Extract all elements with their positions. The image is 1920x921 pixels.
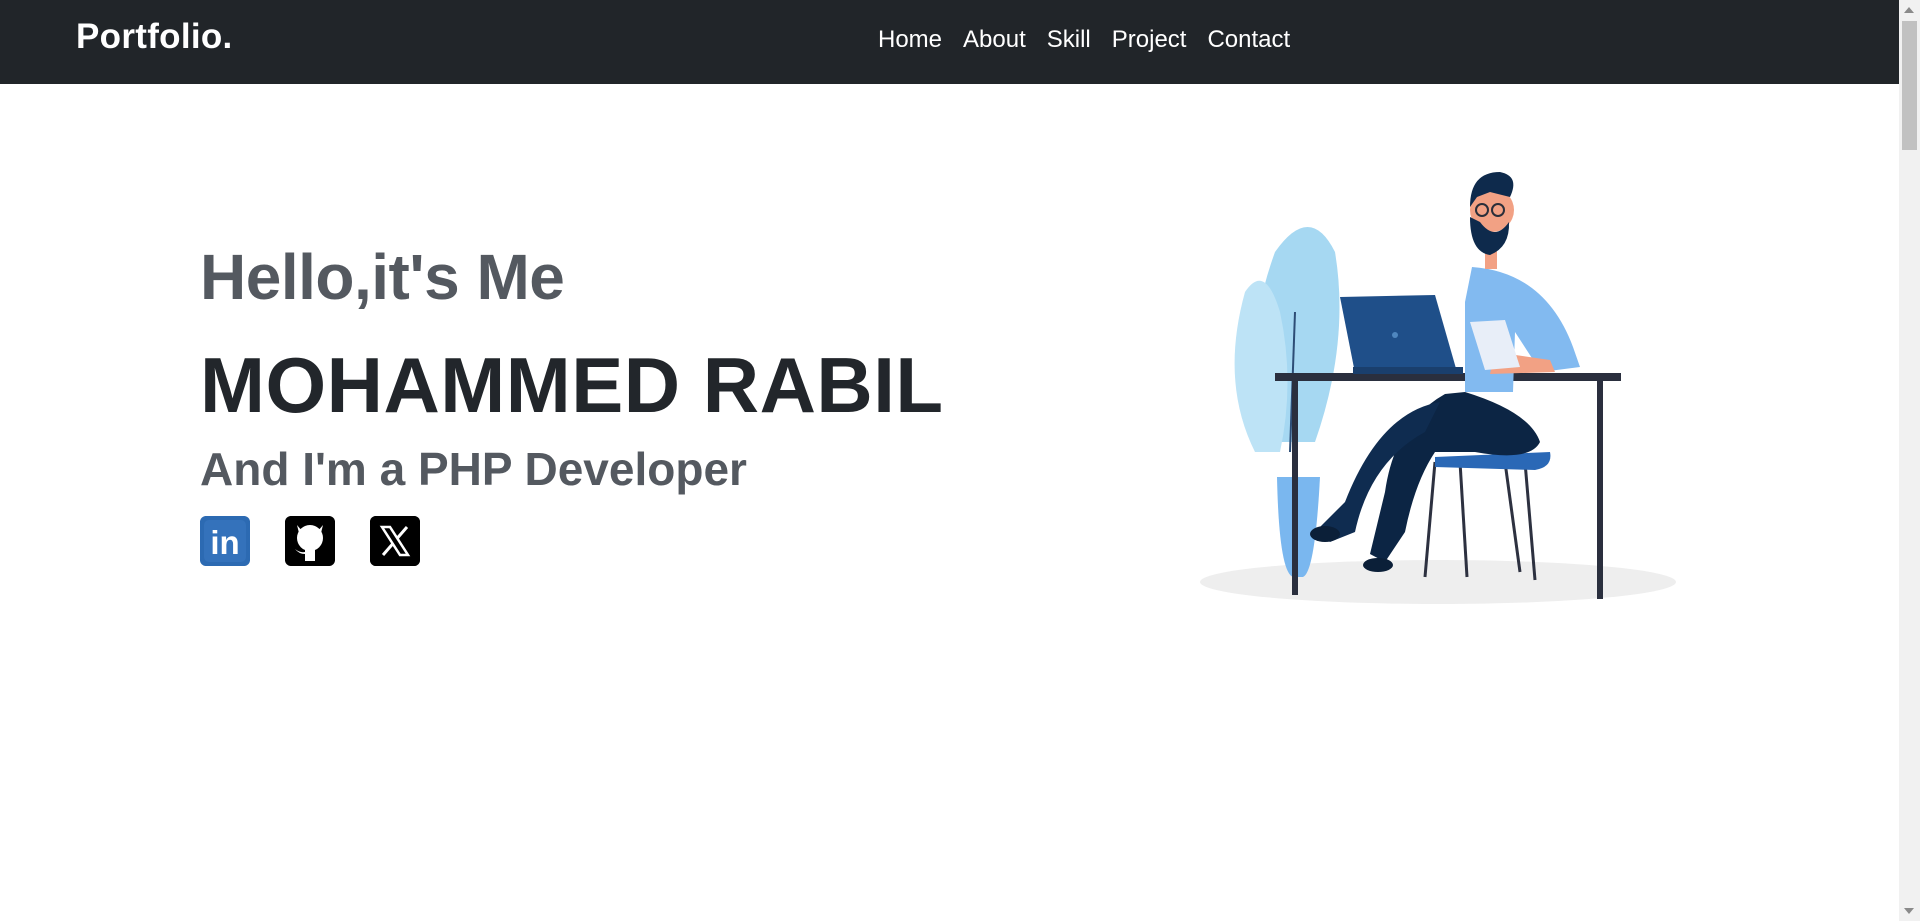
nav-link-home[interactable]: Home — [878, 26, 942, 54]
scrollbar-thumb[interactable] — [1902, 21, 1917, 150]
brand-logo[interactable]: Portfolio. — [76, 17, 233, 57]
navbar: Portfolio. Home About Skill Project Cont… — [0, 0, 1899, 84]
hero-role: And I'm a PHP Developer — [200, 443, 747, 495]
nav-link-project[interactable]: Project — [1112, 26, 1187, 54]
nav-link-about[interactable]: About — [963, 26, 1026, 54]
linkedin-label: in — [210, 524, 239, 561]
x-icon[interactable] — [370, 516, 420, 566]
linkedin-icon[interactable]: in — [200, 516, 250, 566]
scroll-up-icon[interactable] — [1904, 7, 1914, 13]
nav-links: Home About Skill Project Contact — [878, 26, 1290, 54]
github-icon[interactable] — [285, 516, 335, 566]
social-links: in — [200, 516, 420, 566]
developer-illustration — [1195, 162, 1685, 612]
nav-link-contact[interactable]: Contact — [1207, 26, 1290, 54]
scroll-down-icon[interactable] — [1904, 908, 1914, 914]
hero-name: MOHAMMED RABIL — [200, 341, 944, 429]
page-scrollbar[interactable] — [1899, 0, 1920, 921]
greeting-text: Hello,it's Me — [200, 241, 565, 313]
nav-link-skill[interactable]: Skill — [1047, 26, 1091, 54]
